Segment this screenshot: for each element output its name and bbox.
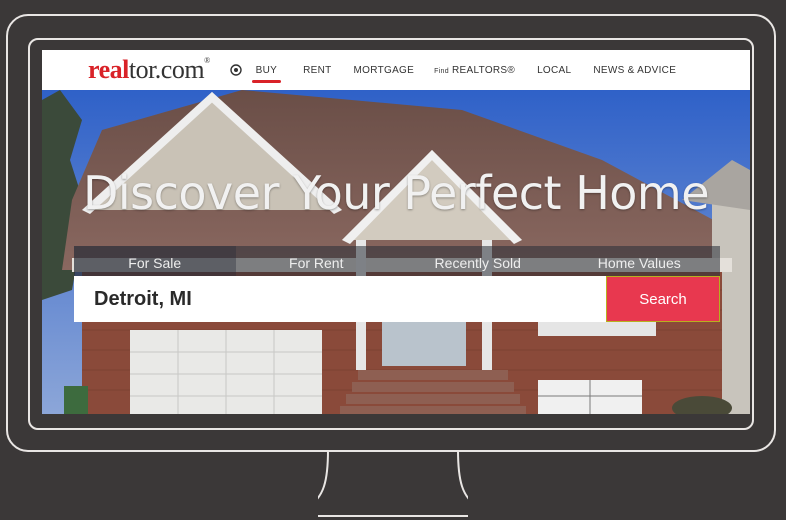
nav-item-find-prefix: Find xyxy=(434,67,449,75)
nav-item-buy[interactable]: BUY xyxy=(251,65,282,83)
location-target-icon[interactable] xyxy=(229,64,242,76)
search-type-tabs: For Sale For Rent Recently Sold Home Val… xyxy=(74,246,720,280)
nav-item-local[interactable]: LOCAL xyxy=(537,65,571,76)
search-button-label: Search xyxy=(639,290,687,308)
logo-part-tor: tor.com xyxy=(128,55,205,84)
logo-part-real: real xyxy=(88,55,129,84)
nav-item-find-realtors[interactable]: Find REALTORS® xyxy=(434,65,515,76)
top-navigation: realtor.com® BUY RENT MORTGAGE Find REAL… xyxy=(42,50,750,90)
nav-item-news-advice[interactable]: NEWS & ADVICE xyxy=(593,65,676,76)
tab-recently-sold[interactable]: Recently Sold xyxy=(397,246,559,280)
hero-section: Discover Your Perfect Home For Sale For … xyxy=(42,90,750,414)
search-bar: Detroit, MI Search xyxy=(74,276,720,322)
logo-trademark: ® xyxy=(204,56,210,65)
search-button[interactable]: Search xyxy=(74,276,720,322)
hero-title: Discover Your Perfect Home xyxy=(82,166,710,220)
location-search-input[interactable]: Detroit, MI xyxy=(74,276,606,322)
tab-for-rent[interactable]: For Rent xyxy=(235,246,397,280)
search-icon xyxy=(74,276,88,290)
nav-item-realtors-label: REALTORS® xyxy=(452,64,516,76)
browser-screen: realtor.com® BUY RENT MORTGAGE Find REAL… xyxy=(42,50,750,414)
tab-for-sale[interactable]: For Sale xyxy=(74,246,236,280)
tab-home-values[interactable]: Home Values xyxy=(558,246,720,280)
monitor-stand xyxy=(318,450,468,517)
realtor-logo[interactable]: realtor.com® xyxy=(88,57,210,83)
nav-item-rent[interactable]: RENT xyxy=(303,65,331,76)
nav-item-mortgage[interactable]: MORTGAGE xyxy=(354,65,415,76)
